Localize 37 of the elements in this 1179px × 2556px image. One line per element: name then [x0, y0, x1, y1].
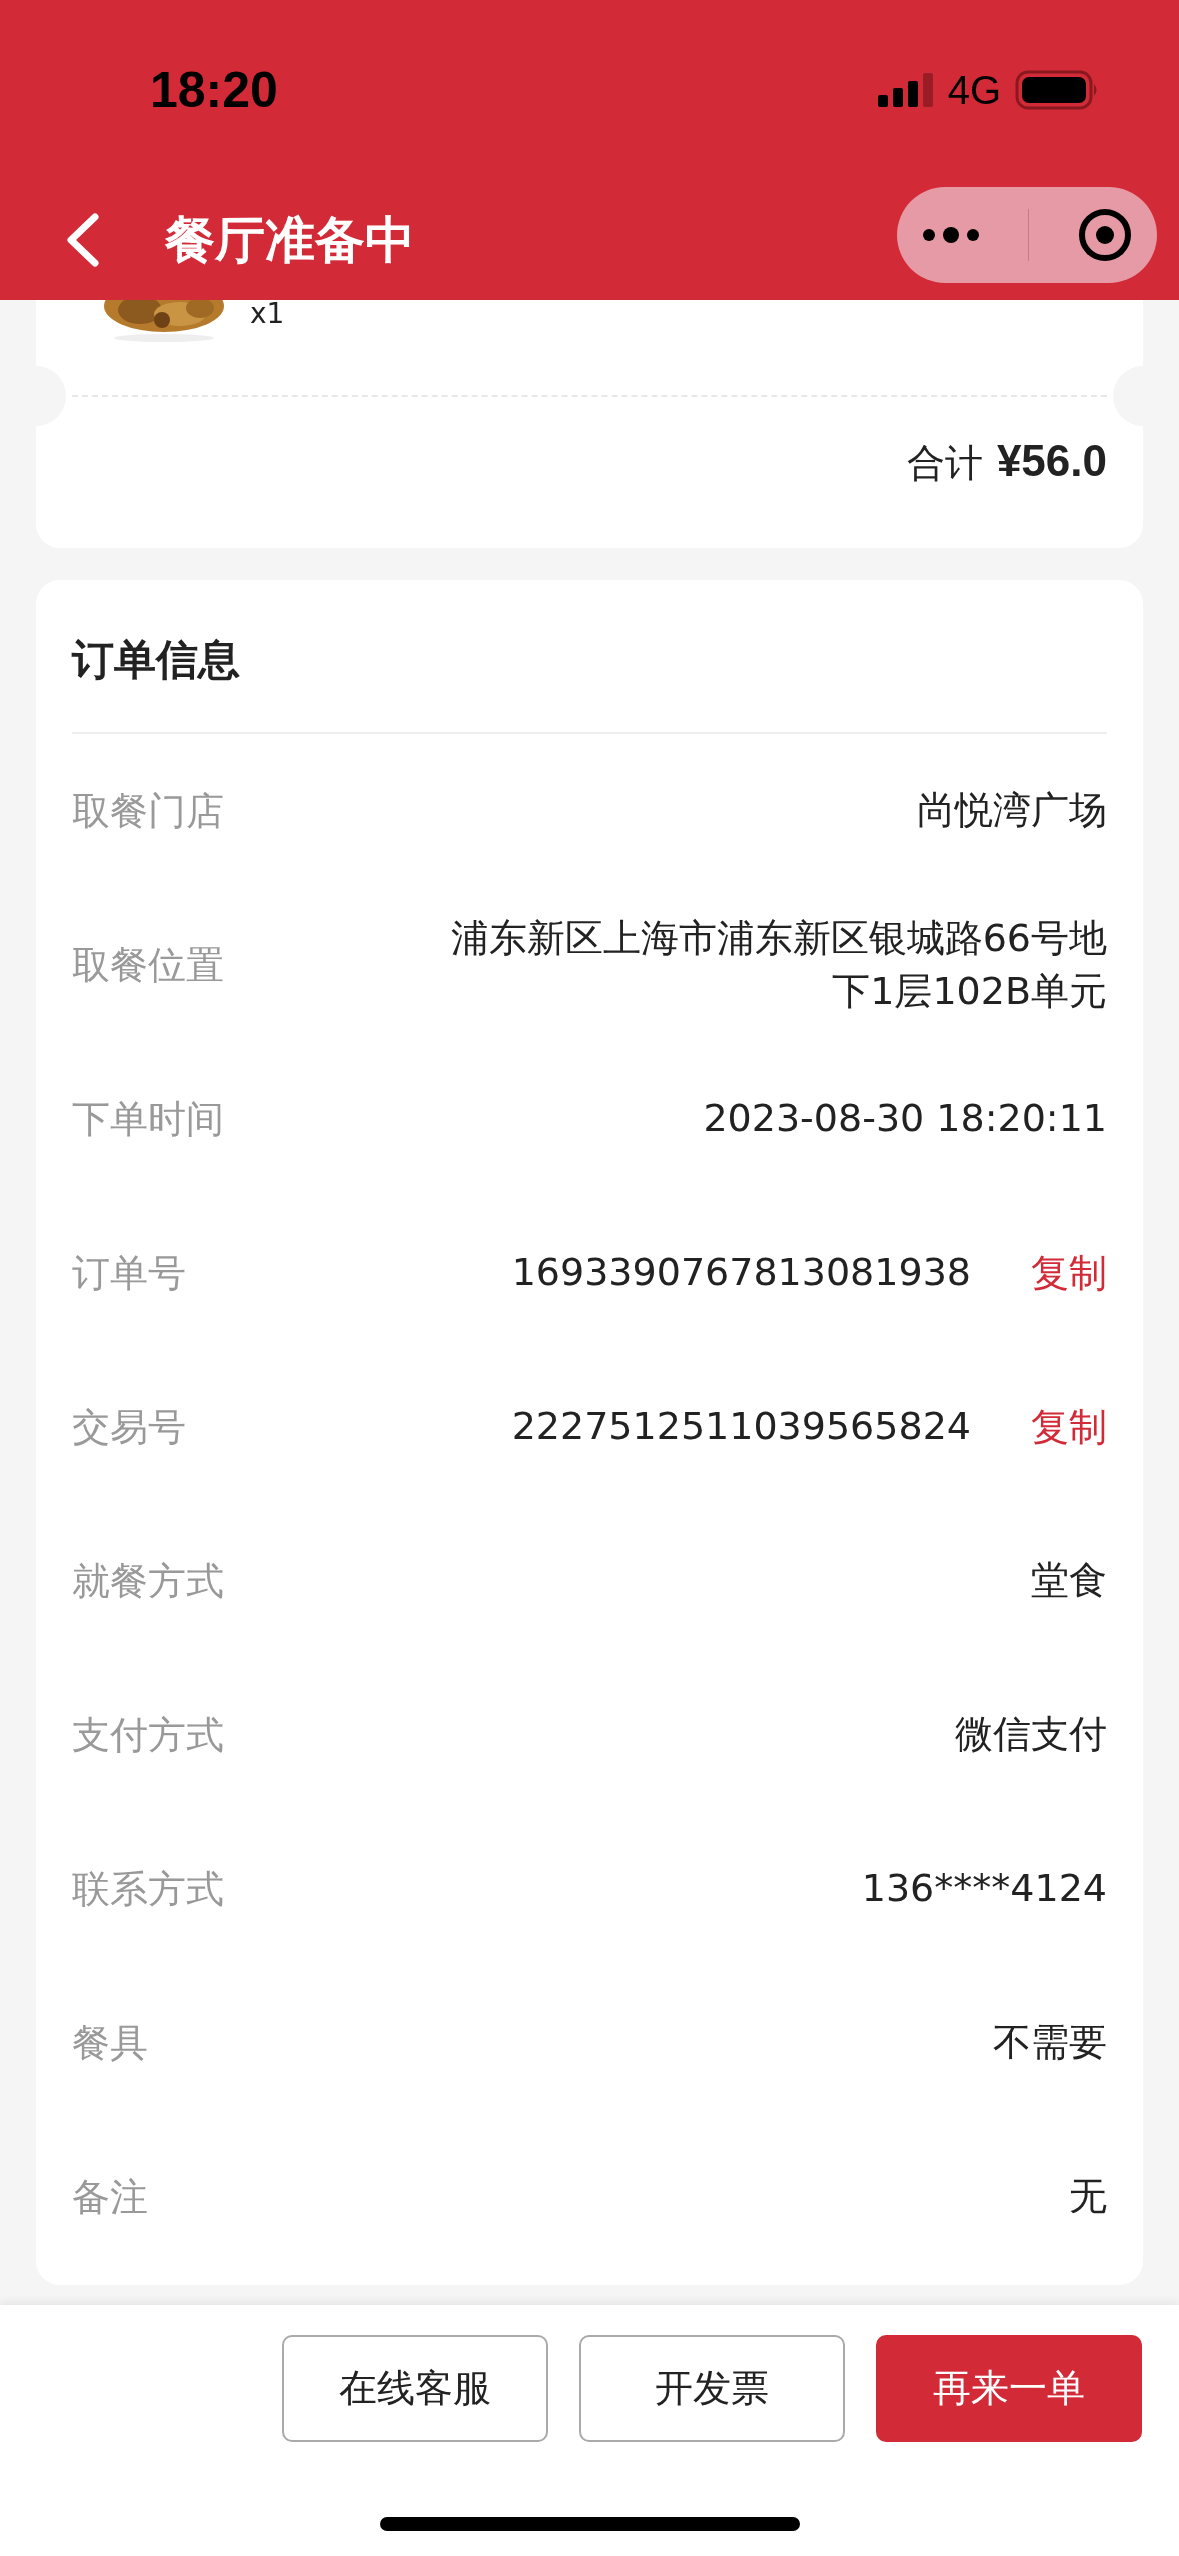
- info-value: 2023-08-30 18:20:11: [702, 1095, 1107, 1143]
- info-value: 尚悦湾广场: [916, 787, 1107, 835]
- info-value: 微信支付: [954, 1711, 1107, 1759]
- page-title: 餐厅准备中: [165, 209, 416, 271]
- info-label: 交易号: [72, 1403, 187, 1451]
- more-icon[interactable]: [920, 225, 981, 245]
- info-label: 联系方式: [72, 1865, 225, 1913]
- action-button[interactable]: 在线客服: [282, 2335, 548, 2442]
- copy-link[interactable]: 复制: [1031, 1401, 1107, 1453]
- info-value: 1693390767813081938: [510, 1249, 971, 1297]
- info-value: 136****4124: [860, 1865, 1107, 1913]
- signal-icon: [877, 73, 934, 107]
- battery-icon: [1015, 70, 1099, 110]
- info-label: 取餐门店: [72, 787, 225, 835]
- info-label: 取餐位置: [72, 941, 225, 989]
- copy-link[interactable]: 复制: [1031, 1247, 1107, 1299]
- info-label: 订单号: [72, 1249, 187, 1297]
- section-title: 订单信息: [72, 580, 1107, 734]
- close-target-icon[interactable]: [1077, 207, 1134, 263]
- info-value: 无: [1068, 2173, 1107, 2221]
- info-label: 就餐方式: [72, 1557, 225, 1605]
- status-time: 18:20: [150, 61, 278, 119]
- info-label: 备注: [72, 2173, 149, 2221]
- info-label: 餐具: [72, 2019, 149, 2067]
- info-label: 支付方式: [72, 1711, 225, 1759]
- item-quantity: x1: [250, 300, 285, 328]
- action-button[interactable]: 开发票: [579, 2335, 845, 2442]
- total-label: 合计: [906, 440, 983, 487]
- info-label: 下单时间: [72, 1095, 225, 1143]
- back-icon[interactable]: [65, 213, 99, 267]
- network-label: 4G: [947, 67, 1001, 113]
- reorder-button[interactable]: 再来一单: [876, 2335, 1142, 2442]
- info-value: 堂食: [1030, 1557, 1107, 1605]
- info-value: 不需要: [992, 2019, 1107, 2067]
- info-value: 2227512511039565824: [510, 1403, 971, 1451]
- info-value: 浦东新区上海市浦东新区银城路66号地下1层102B单元: [449, 914, 1107, 1015]
- total-amount: ¥56.0: [996, 436, 1107, 486]
